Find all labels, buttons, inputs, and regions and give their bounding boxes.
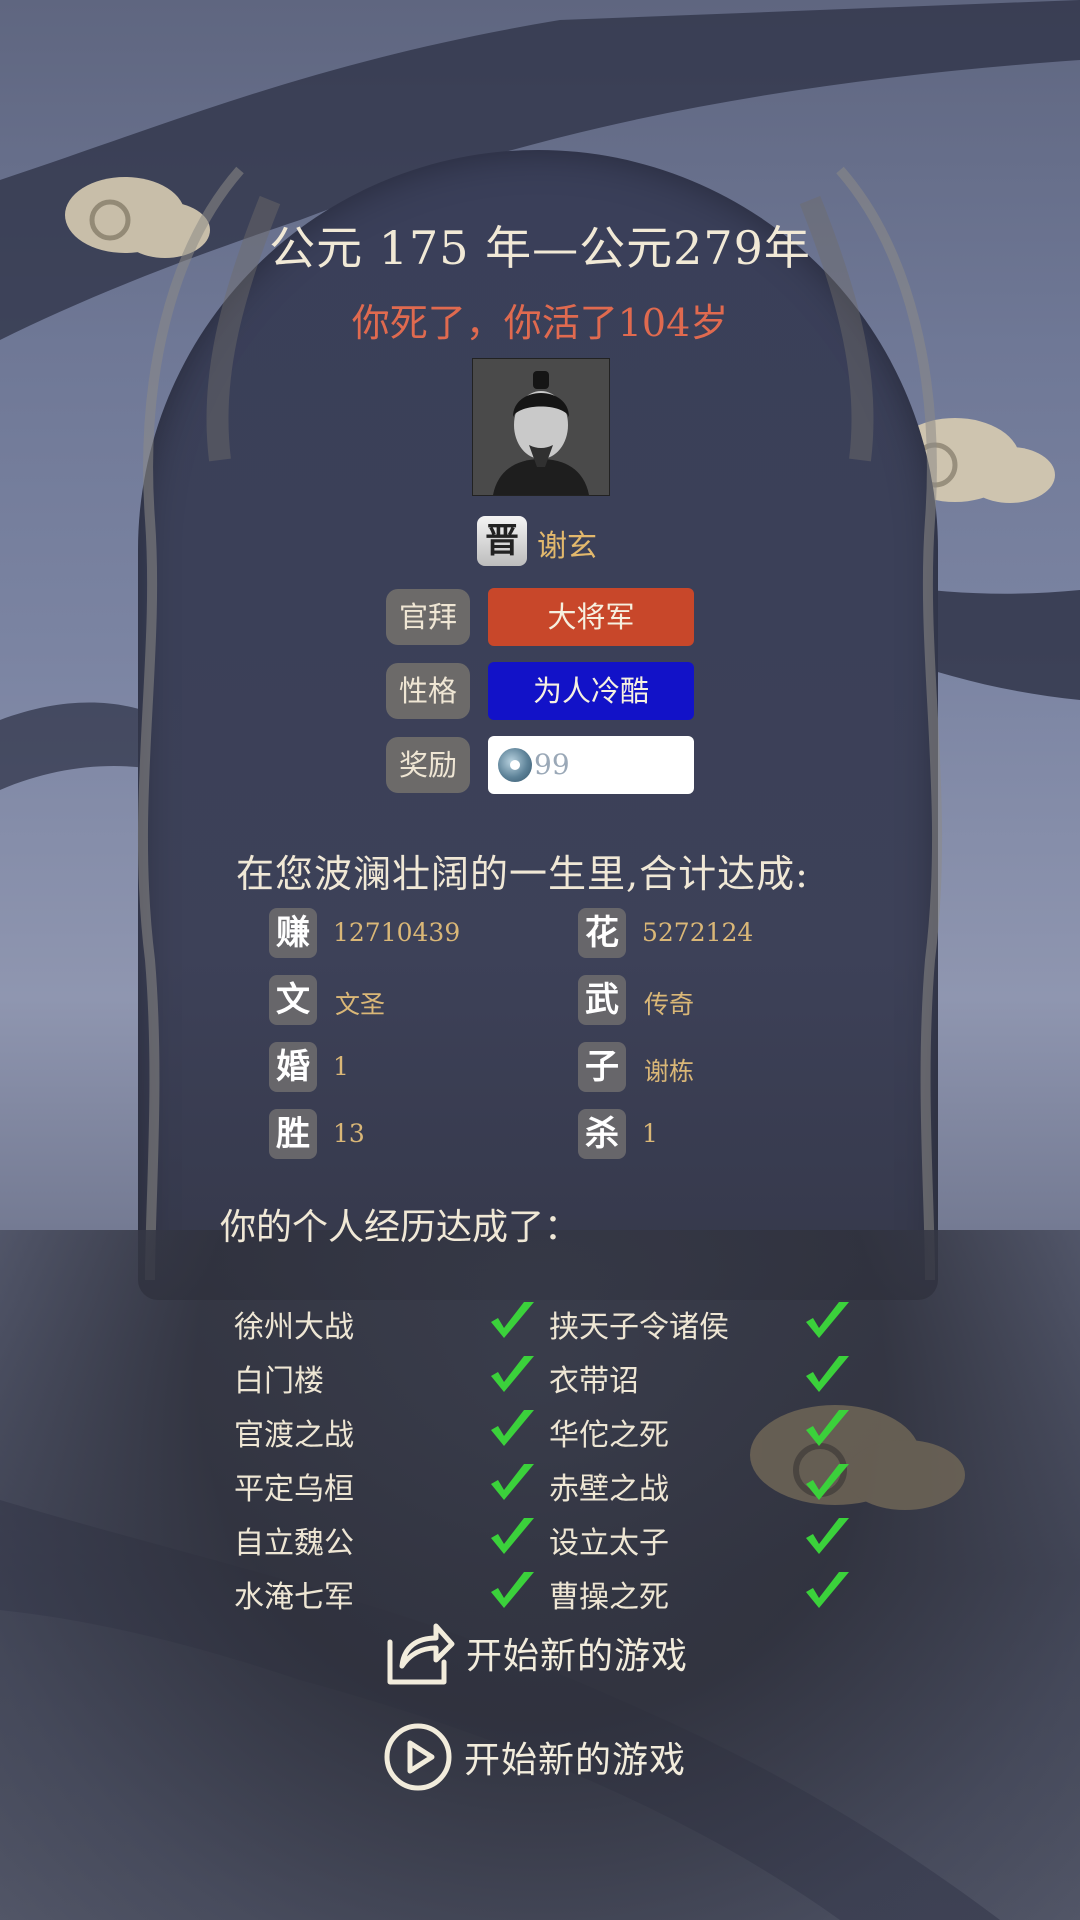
stat-value-children: 谢栋 xyxy=(644,1057,695,1086)
check-icon xyxy=(491,1572,534,1608)
check-icon xyxy=(491,1410,534,1446)
check-icon xyxy=(806,1356,849,1392)
new-game-button-label: 开始新的游戏 xyxy=(464,1740,687,1781)
check-icon xyxy=(806,1518,849,1554)
check-icon xyxy=(806,1572,849,1608)
check-icon xyxy=(491,1518,534,1554)
check-icon xyxy=(806,1410,849,1446)
play-icon xyxy=(384,1723,452,1791)
stat-badge-martial: 武 xyxy=(578,975,626,1025)
share-icon xyxy=(387,1623,455,1685)
character-name: 谢玄 xyxy=(537,529,597,564)
summary-title: 在您波澜壮阔的一生里,合计达成: xyxy=(236,852,809,896)
check-icon xyxy=(806,1464,849,1500)
experience-name: 官渡之战 xyxy=(234,1418,354,1453)
stat-badge-marriage: 婚 xyxy=(269,1042,317,1092)
reward-label: 奖励 xyxy=(386,737,470,793)
reward-value: 99 xyxy=(534,748,570,781)
experience-name: 华佗之死 xyxy=(549,1418,669,1453)
stat-value-earn: 12710439 xyxy=(333,918,461,947)
share-button[interactable]: 开始新的游戏 xyxy=(382,1618,688,1688)
portrait-figure xyxy=(473,359,609,495)
stat-badge-earn: 赚 xyxy=(269,908,317,958)
check-icon xyxy=(491,1464,534,1500)
stat-badge-children: 子 xyxy=(578,1042,626,1092)
stat-badge-kills: 杀 xyxy=(578,1109,626,1159)
experience-name: 自立魏公 xyxy=(234,1526,354,1561)
official-value: 大将军 xyxy=(488,588,694,646)
experience-title: 你的个人经历达成了： xyxy=(220,1207,581,1248)
share-button-label: 开始新的游戏 xyxy=(466,1636,689,1677)
experience-name: 衣带诏 xyxy=(549,1364,639,1399)
experience-name: 平定乌桓 xyxy=(234,1472,354,1507)
official-label: 官拜 xyxy=(386,589,470,645)
personality-label: 性格 xyxy=(386,663,470,719)
coin-icon xyxy=(498,748,532,782)
lifespan-years: 公元 175 年—公元279年 xyxy=(269,221,811,275)
check-icon xyxy=(491,1356,534,1392)
nation-badge: 晋 xyxy=(477,516,527,566)
stat-value-literary: 文圣 xyxy=(335,990,386,1019)
check-icon xyxy=(491,1302,534,1338)
stat-value-martial: 传奇 xyxy=(644,990,695,1019)
stat-badge-literary: 文 xyxy=(269,975,317,1025)
stat-badge-spend: 花 xyxy=(578,908,626,958)
reward-value-box: 99 xyxy=(488,736,694,794)
experience-name: 白门楼 xyxy=(234,1364,324,1399)
experience-name: 水淹七军 xyxy=(234,1580,354,1615)
stat-value-marriage: 1 xyxy=(333,1052,349,1081)
experience-name: 设立太子 xyxy=(549,1526,669,1561)
bottom-fog xyxy=(0,1230,1080,1920)
personality-value: 为人冷酷 xyxy=(488,662,694,720)
character-portrait xyxy=(472,358,610,496)
experience-name: 徐州大战 xyxy=(234,1310,354,1345)
stat-badge-wins: 胜 xyxy=(269,1109,317,1159)
experience-name: 挟天子令诸侯 xyxy=(549,1310,729,1345)
stat-value-kills: 1 xyxy=(642,1119,658,1148)
check-icon xyxy=(806,1302,849,1338)
stat-value-wins: 13 xyxy=(333,1119,365,1148)
experience-name: 曹操之死 xyxy=(549,1580,669,1615)
experience-name: 赤壁之战 xyxy=(549,1472,669,1507)
stat-value-spend: 5272124 xyxy=(642,918,754,947)
death-message: 你死了，你活了104岁 xyxy=(351,301,729,345)
new-game-button[interactable]: 开始新的游戏 xyxy=(382,1722,686,1792)
